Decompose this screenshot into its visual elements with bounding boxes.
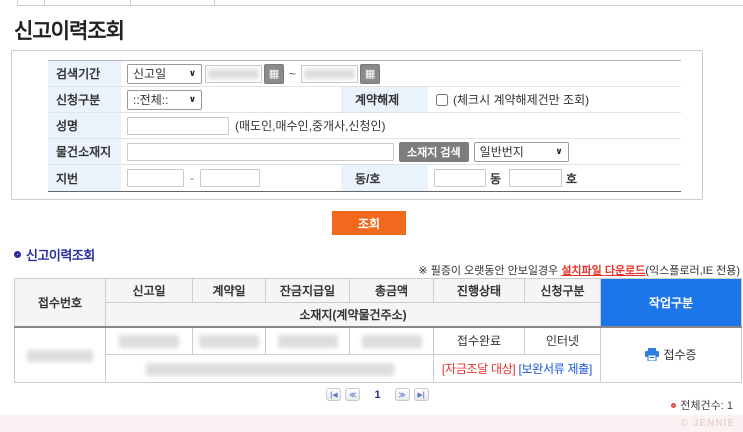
cell-balance-date	[265, 326, 350, 355]
calendar-from-button[interactable]: ▦	[264, 63, 284, 84]
col-header-report-date: 신고일	[105, 278, 193, 303]
calendar-icon: ▦	[268, 68, 280, 80]
contract-cancel-checkbox[interactable]	[436, 93, 448, 106]
lot-sub-input[interactable]	[200, 169, 260, 187]
col-header-contract-date: 계약일	[192, 278, 266, 303]
chevron-down-icon: ∨	[188, 94, 196, 104]
name-hint: (매도인,매수인,중개사,신청인)	[235, 119, 386, 133]
receipt-doc-label: 접수증	[663, 348, 697, 363]
pagination: |◀ ≪ 1 ≫ ▶|	[14, 388, 741, 401]
first-page-button[interactable]: |◀	[326, 388, 342, 401]
date-to-input[interactable]	[301, 64, 359, 83]
search-button[interactable]: 조회	[332, 211, 406, 235]
cell-total-amount	[349, 326, 434, 355]
count-bullet-icon	[671, 402, 677, 408]
location-input[interactable]	[127, 142, 394, 161]
printer-icon	[645, 348, 660, 362]
contract-cancel-label: 계약해제	[341, 87, 428, 112]
current-page-number[interactable]: 1	[374, 389, 380, 401]
col-header-total-amount: 총금액	[349, 278, 434, 303]
col-header-actions: 작업구분	[600, 278, 742, 328]
name-input[interactable]	[127, 116, 229, 135]
chevron-down-icon: ∨	[555, 146, 563, 156]
results-section-title: 신고이력조회	[26, 248, 95, 263]
total-count: 전체건수: 1	[671, 397, 733, 413]
funding-target-tag: [자금조달 대상]	[441, 362, 516, 376]
cell-apply-type: 인터넷	[524, 326, 601, 355]
prev-page-button[interactable]: ≪	[345, 388, 361, 401]
notice-suffix: (익스플로러,IE 전용)	[645, 265, 740, 277]
masked-date-from	[208, 68, 259, 79]
location-label: 물건소재지	[48, 139, 121, 164]
calendar-to-button[interactable]: ▦	[360, 63, 381, 84]
apply-type-select[interactable]: ::전체:: ∨	[127, 89, 202, 110]
row-apply-type: 신청구분 ::전체:: ∨ 계약해제 (체크시 계약해제건만 조회)	[48, 87, 681, 113]
results-table: 접수번호 신고일 계약일 잔금지급일 총금액 진행상태 신청구분 작업구분 소재…	[14, 278, 742, 383]
section-bullet-icon	[14, 251, 21, 258]
last-page-button[interactable]: ▶|	[413, 388, 429, 401]
report-history-page: 신고이력조회 검색기간 신고일 ∨ ▦ ~ ▦ 신청구분::전체:: ∨ 계약…	[0, 0, 743, 432]
table-row: 접수완료 인터넷 접수증	[14, 326, 742, 383]
col-header-status: 진행상태	[433, 278, 525, 303]
cell-receipt-no	[14, 326, 106, 383]
footer-strip: © JENNIE	[0, 415, 743, 432]
dong-ho-label: 동/호	[341, 165, 428, 191]
cell-status: 접수완료	[433, 326, 525, 355]
row-lot-number: 지번 - 동/호 동 호	[48, 165, 681, 191]
col-header-address: 소재지(계약물건주소)	[105, 302, 601, 328]
name-label: 성명	[48, 113, 121, 138]
supplement-docs-link[interactable]: [보완서류 제출]	[519, 362, 593, 376]
apply-type-value: ::전체::	[133, 93, 169, 107]
masked-total-amount	[361, 334, 422, 348]
masked-date-to	[304, 68, 356, 79]
search-form-table: 검색기간 신고일 ∨ ▦ ~ ▦ 신청구분 ::전체:: ∨ 계약해제 (체크시…	[48, 60, 681, 192]
receipt-print-button[interactable]: 접수증	[600, 326, 742, 383]
notice-prefix: ※ 필증이 오랫동안 안보일경우	[418, 265, 562, 277]
total-count-text: 전체건수: 1	[680, 400, 733, 412]
period-type-select[interactable]: 신고일 ∨	[127, 63, 202, 84]
masked-contract-date	[199, 334, 259, 348]
col-header-apply-type: 신청구분	[524, 278, 601, 303]
col-header-receipt-no: 접수번호	[14, 278, 106, 328]
masked-receipt-no	[27, 349, 93, 362]
top-table-remnant	[17, 0, 743, 6]
next-page-button[interactable]: ≫	[394, 388, 410, 401]
cell-report-date	[105, 326, 193, 355]
cell-address	[105, 354, 434, 383]
cell-tags: [자금조달 대상] [보완서류 제출]	[433, 354, 601, 383]
ho-input[interactable]	[509, 169, 563, 187]
install-file-download-link[interactable]: 설치파일 다운로드	[561, 265, 645, 277]
row-name: 성명 (매도인,매수인,중개사,신청인)	[48, 113, 681, 139]
contract-cancel-checkbox-text: (체크시 계약해제건만 조회)	[453, 93, 590, 107]
row-search-period: 검색기간 신고일 ∨ ▦ ~ ▦	[48, 61, 681, 87]
row-location: 물건소재지 소재지 검색 일반번지 ∨	[48, 139, 681, 165]
lot-dash: -	[190, 171, 194, 185]
lot-type-value: 일반번지	[479, 145, 524, 159]
lot-label: 지번	[48, 165, 121, 191]
period-label: 검색기간	[48, 61, 121, 86]
dong-input[interactable]	[434, 169, 486, 187]
period-type-value: 신고일	[133, 67, 167, 81]
page-title: 신고이력조회	[14, 20, 125, 43]
apply-type-label: 신청구분	[48, 87, 121, 112]
masked-report-date	[119, 334, 179, 348]
install-notice: ※ 필증이 오랫동안 안보일경우 설치파일 다운로드(익스플로러,IE 전용)	[418, 262, 740, 278]
masked-address	[145, 362, 394, 376]
ho-suffix: 호	[566, 171, 578, 186]
range-separator: ~	[289, 66, 297, 81]
date-from-input[interactable]	[205, 64, 262, 83]
chevron-down-icon: ∨	[188, 68, 196, 78]
calendar-icon: ▦	[364, 68, 376, 80]
masked-balance-date	[277, 334, 338, 348]
location-search-button[interactable]: 소재지 검색	[399, 141, 469, 162]
results-section-header: 신고이력조회	[14, 245, 95, 264]
lot-main-input[interactable]	[127, 169, 184, 187]
cell-contract-date	[192, 326, 266, 355]
col-header-balance-date: 잔금지급일	[265, 278, 350, 303]
search-form: 검색기간 신고일 ∨ ▦ ~ ▦ 신청구분 ::전체:: ∨ 계약해제 (체크시…	[11, 50, 703, 200]
lot-type-select[interactable]: 일반번지 ∨	[473, 141, 569, 162]
dong-suffix: 동	[490, 171, 502, 186]
watermark: © JENNIE	[680, 418, 735, 429]
